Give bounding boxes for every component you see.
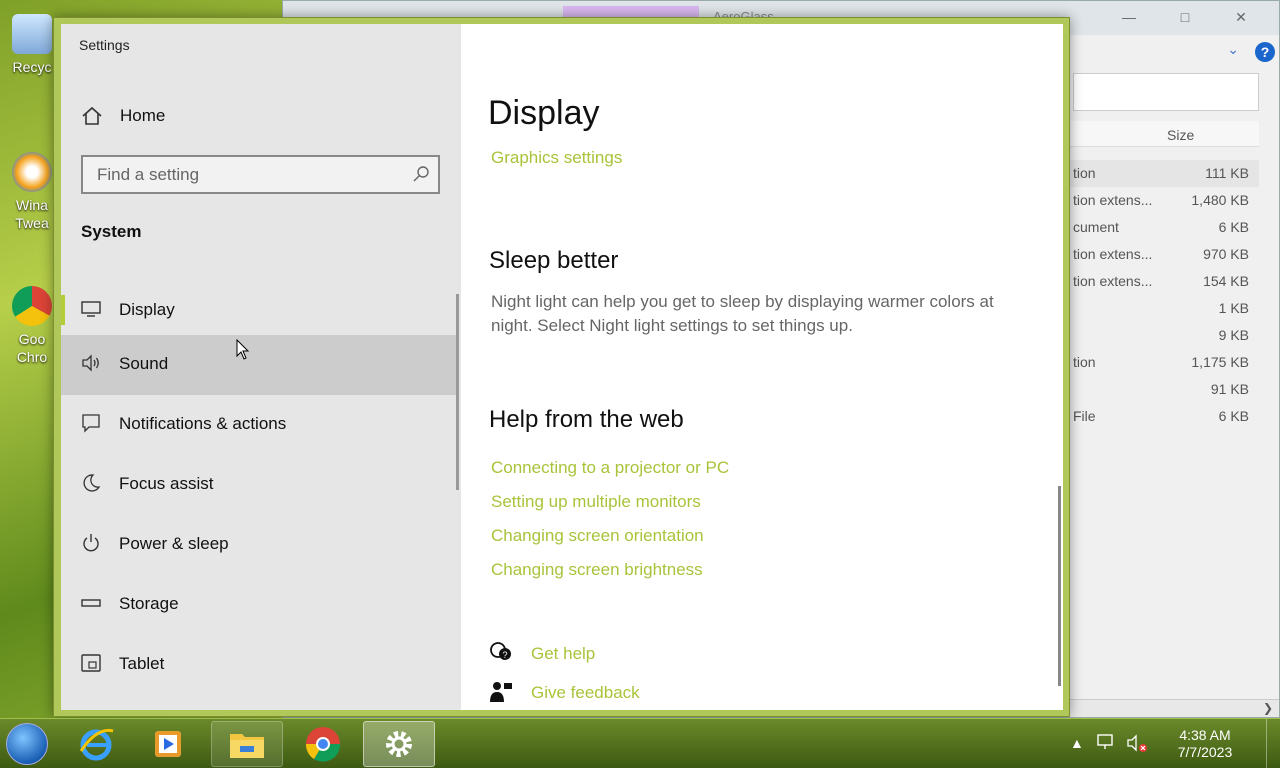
search-input[interactable]: [83, 157, 403, 192]
help-from-web-heading: Help from the web: [489, 406, 684, 433]
gear-icon: [386, 731, 412, 757]
taskbar-media-player[interactable]: [132, 721, 204, 767]
table-row[interactable]: 1 KB: [1063, 295, 1259, 322]
desktop-icon-chrome[interactable]: Goo Chro: [8, 286, 56, 366]
desktop-icon-label: Recyc: [12, 59, 52, 75]
sidebar-item-home[interactable]: Home: [61, 96, 461, 136]
chrome-icon: [12, 286, 52, 326]
start-button[interactable]: [6, 723, 48, 765]
chevron-right-icon[interactable]: ❯: [1263, 701, 1273, 715]
taskbar-chrome[interactable]: [287, 721, 359, 767]
sidebar-item-storage[interactable]: Storage: [61, 575, 457, 635]
sidebar-item-label: Tablet: [119, 654, 165, 673]
projector-link[interactable]: Connecting to a projector or PC: [491, 458, 729, 478]
sidebar-item-label: Power & sleep: [119, 534, 229, 553]
sleep-better-text: Night light can help you get to sleep by…: [491, 292, 994, 335]
sidebar-item-label: Display: [119, 300, 175, 319]
mouse-cursor-icon: [236, 339, 250, 360]
sidebar-item-display[interactable]: Display: [61, 281, 457, 341]
show-desktop-button[interactable]: [1266, 719, 1280, 768]
sidebar-item-focus-assist[interactable]: Focus assist: [61, 455, 457, 515]
svg-text:?: ?: [502, 650, 507, 660]
sidebar-item-power-sleep[interactable]: Power & sleep: [61, 515, 457, 575]
table-row[interactable]: tion extens... 154 KB: [1063, 268, 1259, 295]
maximize-button[interactable]: □: [1165, 5, 1205, 29]
table-row[interactable]: tion extens... 970 KB: [1063, 241, 1259, 268]
recycle-bin-icon: [12, 14, 52, 54]
settings-sidebar: Settings Home System Display Sound: [61, 24, 461, 710]
sidebar-scrollbar[interactable]: [456, 294, 459, 490]
home-icon: [82, 106, 102, 125]
sidebar-item-tablet[interactable]: Tablet: [61, 635, 457, 695]
table-row[interactable]: 91 KB: [1063, 376, 1259, 403]
folder-icon: [230, 734, 264, 758]
give-feedback-link[interactable]: Give feedback: [531, 683, 640, 703]
screen-brightness-link[interactable]: Changing screen brightness: [491, 560, 703, 580]
sleep-better-heading: Sleep better: [489, 247, 619, 274]
horizontal-scrollbar[interactable]: ❯: [1063, 699, 1279, 717]
close-button[interactable]: ✕: [1221, 5, 1261, 29]
get-help-icon: ?: [490, 642, 511, 660]
taskbar-internet-explorer[interactable]: [60, 721, 132, 767]
internet-explorer-icon: [79, 728, 114, 761]
table-row[interactable]: tion extens... 1,480 KB: [1063, 187, 1259, 214]
moon-icon: [83, 474, 101, 492]
sidebar-item-label: Sound: [119, 354, 169, 373]
system-tray: ▲ 4:38 AM 7/7/2023: [1070, 727, 1240, 761]
search-box[interactable]: [81, 155, 440, 194]
clock-time: 4:38 AM: [1179, 727, 1231, 743]
settings-content: Display Graphics settings Sleep better N…: [461, 24, 1063, 710]
sidebar-item-label: Focus assist: [119, 474, 214, 493]
taskbar-settings[interactable]: [363, 721, 435, 767]
column-size-label: Size: [1167, 127, 1195, 143]
sidebar-item-label: Storage: [119, 594, 179, 613]
monitor-icon: [81, 301, 101, 317]
chrome-icon: [305, 727, 341, 762]
page-title: Display: [488, 94, 600, 132]
table-row[interactable]: cument 6 KB: [1063, 214, 1259, 241]
settings-window[interactable]: Settings Home System Display Sound: [53, 17, 1070, 717]
minimize-button[interactable]: —: [1109, 5, 1149, 29]
desktop-icon-recycle-bin[interactable]: Recyc: [8, 14, 56, 76]
help-icon[interactable]: ?: [1255, 42, 1275, 62]
table-row[interactable]: tion 1,175 KB: [1063, 349, 1259, 376]
graphics-settings-link[interactable]: Graphics settings: [491, 148, 622, 168]
sidebar-item-notifications[interactable]: Notifications & actions: [61, 395, 457, 455]
desktop-icon-winaero[interactable]: Wina Twea: [8, 152, 56, 232]
clock[interactable]: 4:38 AM 7/7/2023: [1170, 727, 1240, 761]
section-title: System: [81, 222, 142, 241]
tablet-icon: [81, 654, 101, 672]
screen-orientation-link[interactable]: Changing screen orientation: [491, 526, 704, 546]
sidebar-item-label: Notifications & actions: [119, 414, 287, 433]
search-icon[interactable]: [412, 165, 430, 183]
content-scrollbar[interactable]: [1058, 486, 1061, 686]
sidebar-item-label: Home: [120, 106, 166, 125]
chevron-up-icon[interactable]: ▲: [1070, 735, 1084, 751]
table-row[interactable]: File 6 KB: [1063, 403, 1259, 430]
sidebar-item-sound[interactable]: Sound: [61, 335, 457, 395]
taskbar: ▲ 4:38 AM 7/7/2023: [0, 718, 1280, 768]
search-input[interactable]: [1073, 73, 1259, 111]
desktop-icon-label: Goo Chro: [16, 331, 48, 365]
media-player-icon: [155, 731, 181, 757]
clock-date: 7/7/2023: [1177, 744, 1233, 760]
desktop-icon-label: Wina Twea: [15, 197, 49, 231]
selection-indicator: [61, 295, 65, 325]
volume-muted-icon[interactable]: [1126, 733, 1148, 753]
app-title: Settings: [79, 37, 130, 53]
table-row[interactable]: tion 111 KB: [1063, 160, 1259, 187]
network-icon[interactable]: [1096, 733, 1116, 751]
notification-icon: [82, 414, 100, 433]
power-icon: [83, 534, 99, 552]
table-row[interactable]: 9 KB: [1063, 322, 1259, 349]
speaker-icon: [82, 354, 99, 372]
get-help-link[interactable]: Get help: [531, 644, 595, 664]
storage-icon: [81, 599, 101, 607]
chevron-down-icon[interactable]: ⌄: [1227, 41, 1239, 58]
column-header-size[interactable]: Size: [1063, 121, 1259, 147]
winaero-icon: [12, 152, 52, 192]
feedback-icon: [490, 682, 512, 702]
multiple-monitors-link[interactable]: Setting up multiple monitors: [491, 492, 701, 512]
taskbar-file-explorer[interactable]: [211, 721, 283, 767]
